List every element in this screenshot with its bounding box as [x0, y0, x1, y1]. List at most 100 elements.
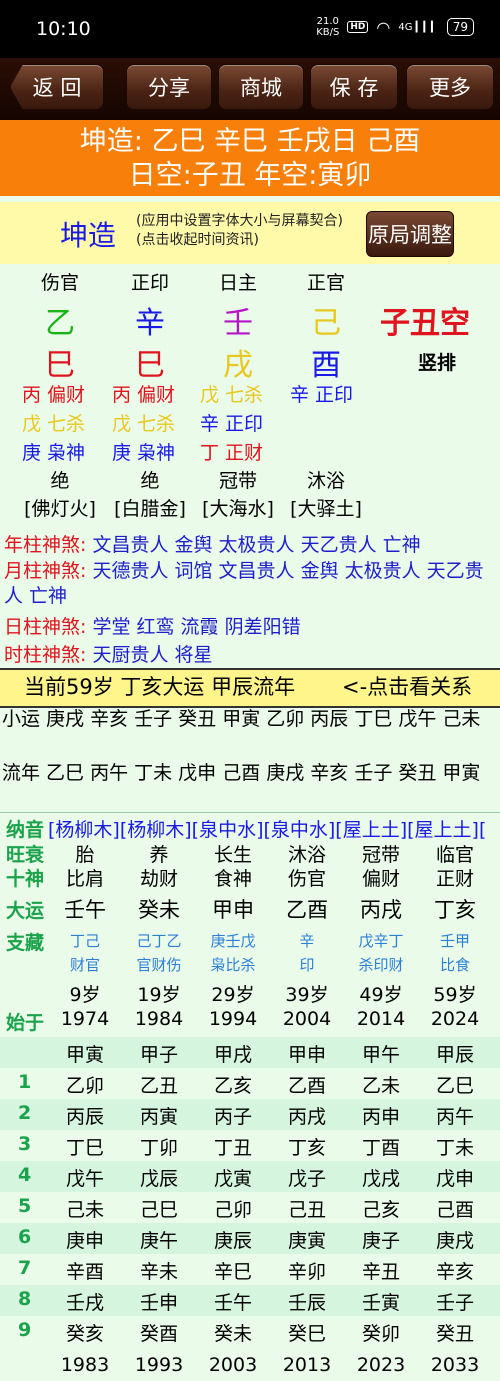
liunian-cell[interactable]: 己丑: [270, 1195, 344, 1222]
dayun-cell[interactable]: 丙戌: [344, 894, 418, 924]
liunian-cell[interactable]: 丙申: [344, 1102, 418, 1129]
liunian-cell[interactable]: 己亥: [344, 1195, 418, 1222]
age-cell: 29岁: [211, 984, 255, 1006]
liunian-cell[interactable]: 丙戌: [270, 1102, 344, 1129]
shensha-hour: 时柱神煞: 天厨贵人 将星: [4, 644, 213, 666]
liunian-cell[interactable]: 庚午: [122, 1226, 196, 1253]
liunian-cell[interactable]: 癸巳: [270, 1319, 344, 1346]
liunian-cell[interactable]: 庚申: [48, 1226, 122, 1253]
zhicang-label: 支藏: [6, 932, 45, 954]
liunian-cell[interactable]: 丙寅: [122, 1102, 196, 1129]
stem-hour[interactable]: 己: [286, 298, 366, 342]
shishen-day: 日主: [218, 272, 257, 294]
shishen-hour: 正官: [306, 272, 345, 294]
changsheng-year: 绝: [50, 470, 70, 492]
branch-hour[interactable]: 酉: [286, 340, 366, 384]
branch-month[interactable]: 巳: [110, 340, 190, 384]
liunian-head-cell[interactable]: 甲寅: [48, 1040, 122, 1067]
liunian-cell[interactable]: 戊戌: [344, 1164, 418, 1191]
changsheng-day: 冠带: [218, 470, 257, 492]
liunian-cell[interactable]: 己酉: [418, 1195, 492, 1222]
share-button[interactable]: 分享: [126, 64, 212, 110]
liunian-cell[interactable]: 戊子: [270, 1164, 344, 1191]
liunian-cell[interactable]: 丁酉: [344, 1133, 418, 1160]
wangshuai-cell: 沐浴: [287, 844, 326, 866]
liunian-head-cell[interactable]: 甲辰: [418, 1040, 492, 1067]
liunian-cell[interactable]: 庚子: [344, 1226, 418, 1253]
more-button[interactable]: 更多: [406, 64, 494, 110]
liunian-cell[interactable]: 乙卯: [48, 1071, 122, 1098]
liunian-cell[interactable]: 庚戌: [418, 1226, 492, 1253]
liunian-cell[interactable]: 戊申: [418, 1164, 492, 1191]
liunian-cell[interactable]: 丁巳: [48, 1133, 122, 1160]
liunian-cell[interactable]: 戊寅: [196, 1164, 270, 1191]
liunian-head-cell[interactable]: 甲申: [270, 1040, 344, 1067]
liunian-cell[interactable]: 辛丑: [344, 1257, 418, 1284]
dayun-cell[interactable]: 癸未: [122, 894, 196, 924]
liunian-cell[interactable]: 乙巳: [418, 1071, 492, 1098]
liunian-cell[interactable]: 戊午: [48, 1164, 122, 1191]
liunian-head-cell[interactable]: 甲戌: [196, 1040, 270, 1067]
start-year-cell: 1974: [60, 1008, 110, 1030]
dayun-cell[interactable]: 乙酉: [270, 894, 344, 924]
liunian-cell[interactable]: 戊辰: [122, 1164, 196, 1191]
liunian-cell[interactable]: 癸亥: [48, 1319, 122, 1346]
status-icons: 21.0 KB/S HD ◠ 4G ▎▎▎ 79: [316, 16, 474, 38]
liunian-cell[interactable]: 辛亥: [418, 1257, 492, 1284]
liunian-cell[interactable]: 丁丑: [196, 1133, 270, 1160]
dayun-cell[interactable]: 壬午: [48, 894, 122, 924]
liunian-cell[interactable]: 己未: [48, 1195, 122, 1222]
current-luck-banner[interactable]: 当前59岁 丁亥大运 甲辰流年 <-点击看关系: [0, 668, 500, 708]
liunian-cell[interactable]: 庚寅: [270, 1226, 344, 1253]
liunian-cell[interactable]: 己巳: [122, 1195, 196, 1222]
liunian-cell[interactable]: 丙辰: [48, 1102, 122, 1129]
liunian-cell[interactable]: 壬辰: [270, 1288, 344, 1315]
wangshuai-cell: 冠带: [361, 844, 400, 866]
liunian-cell[interactable]: 丙午: [418, 1102, 492, 1129]
liunian-cell[interactable]: 癸丑: [418, 1319, 492, 1346]
liunian-cell[interactable]: 丁卯: [122, 1133, 196, 1160]
liunian-cell[interactable]: 辛酉: [48, 1257, 122, 1284]
branch-day[interactable]: 戌: [198, 340, 278, 384]
liunian-head-cell[interactable]: 甲午: [344, 1040, 418, 1067]
shishen-cell: 伤官: [287, 868, 326, 890]
liunian-cell[interactable]: 癸酉: [122, 1319, 196, 1346]
dayun-cell[interactable]: 甲申: [196, 894, 270, 924]
zhicang-stem-cell: 己丁乙: [136, 932, 182, 950]
liunian-cell[interactable]: 壬申: [122, 1288, 196, 1315]
stem-day[interactable]: 壬: [198, 298, 278, 342]
liunian-cell[interactable]: 乙未: [344, 1071, 418, 1098]
back-button[interactable]: 返 回: [10, 64, 104, 110]
branch-year[interactable]: 巳: [20, 340, 100, 384]
info-bar[interactable]: 坤造 (应用中设置字体大小与屏幕契合) (点击收起时间资讯) 原局调整: [0, 202, 500, 264]
vertical-toggle[interactable]: 竖排: [418, 348, 456, 375]
dayun-cell[interactable]: 丁亥: [418, 894, 492, 924]
liunian-cell[interactable]: 壬寅: [344, 1288, 418, 1315]
liunian-head-cell[interactable]: 甲子: [122, 1040, 196, 1067]
liunian-cell[interactable]: 乙酉: [270, 1071, 344, 1098]
relation-link[interactable]: <-点击看关系: [342, 670, 472, 704]
liunian-cell[interactable]: 壬午: [196, 1288, 270, 1315]
hd-icon: HD: [347, 21, 369, 33]
stem-year[interactable]: 乙: [20, 298, 100, 342]
liunian-cell[interactable]: 丙子: [196, 1102, 270, 1129]
liunian-cell[interactable]: 丁未: [418, 1133, 492, 1160]
liunian-cell[interactable]: 壬子: [418, 1288, 492, 1315]
liunian-cell[interactable]: 壬戌: [48, 1288, 122, 1315]
info-note[interactable]: (应用中设置字体大小与屏幕契合) (点击收起时间资讯): [136, 212, 343, 250]
liunian-cell[interactable]: 乙丑: [122, 1071, 196, 1098]
liunian-cell[interactable]: 癸未: [196, 1319, 270, 1346]
liunian-cell[interactable]: 乙亥: [196, 1071, 270, 1098]
liunian-cell[interactable]: 丁亥: [270, 1133, 344, 1160]
shop-button[interactable]: 商城: [218, 64, 304, 110]
hidden-stem: 戊 七杀: [200, 384, 264, 406]
liunian-cell[interactable]: 辛巳: [196, 1257, 270, 1284]
adjust-chart-button[interactable]: 原局调整: [366, 211, 454, 257]
save-button[interactable]: 保 存: [310, 64, 398, 110]
liunian-cell[interactable]: 庚辰: [196, 1226, 270, 1253]
liunian-cell[interactable]: 癸卯: [344, 1319, 418, 1346]
liunian-cell[interactable]: 辛卯: [270, 1257, 344, 1284]
liunian-cell[interactable]: 己卯: [196, 1195, 270, 1222]
stem-month[interactable]: 辛: [110, 298, 190, 342]
liunian-cell[interactable]: 辛未: [122, 1257, 196, 1284]
